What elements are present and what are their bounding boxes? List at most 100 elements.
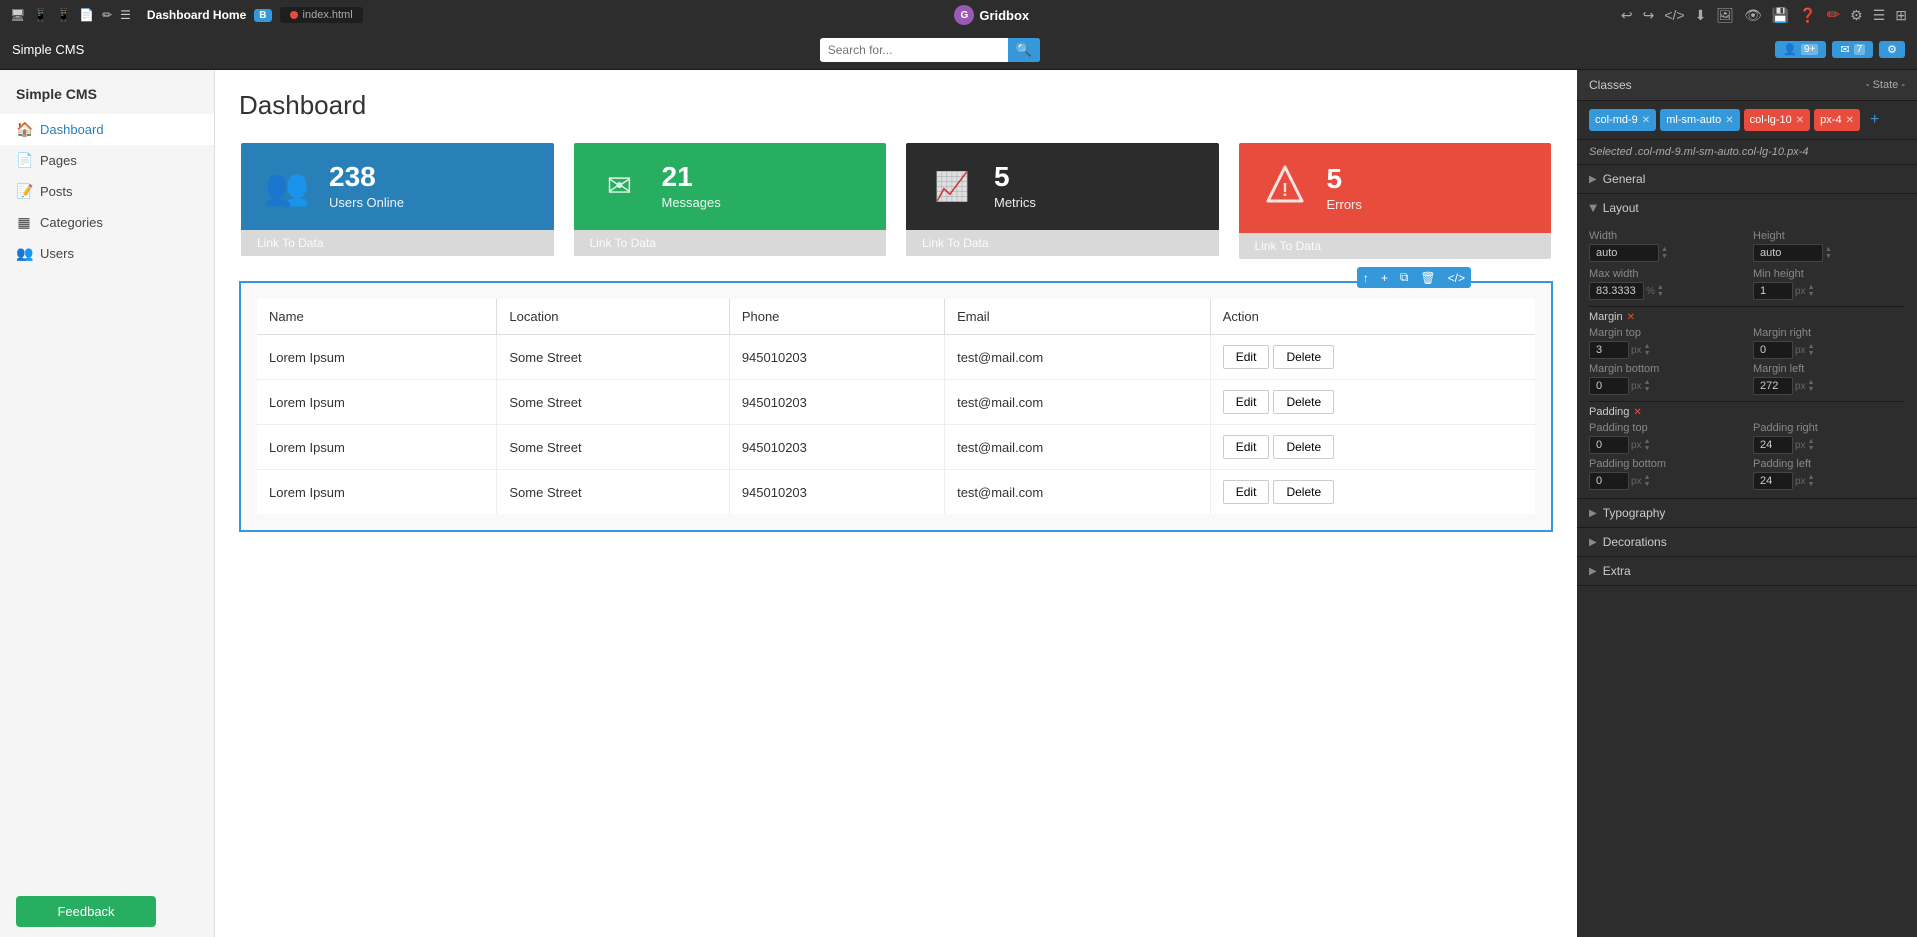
width-input[interactable]: [1589, 244, 1659, 262]
class-tag-remove[interactable]: ✕: [1846, 115, 1854, 126]
sidebar-item-users-label: Users: [40, 246, 74, 261]
padding-bottom-down[interactable]: ▼: [1644, 481, 1651, 488]
file-tab[interactable]: index.html: [280, 7, 363, 23]
padding-bottom-input[interactable]: [1589, 472, 1629, 490]
margin-left-input[interactable]: [1753, 377, 1793, 395]
toolbar-add-btn[interactable]: +: [1375, 267, 1394, 288]
minheight-down-icon[interactable]: ▼: [1808, 291, 1815, 298]
search-input[interactable]: [820, 39, 1008, 61]
class-tag-col-lg-10[interactable]: col-lg-10 ✕: [1744, 109, 1811, 131]
edit-button[interactable]: Edit: [1223, 345, 1270, 369]
sidebar-item-pages[interactable]: 📄 Pages: [0, 145, 214, 176]
margin-right-up[interactable]: ▲: [1808, 343, 1815, 350]
padding-left-input[interactable]: [1753, 472, 1793, 490]
padding-remove-icon[interactable]: ✕: [1633, 407, 1641, 418]
padding-top-down[interactable]: ▼: [1644, 445, 1651, 452]
sys-save-icon[interactable]: 💾: [1772, 7, 1789, 24]
sys-eye-icon[interactable]: 👁: [1744, 7, 1762, 24]
tab-label: index.html: [303, 9, 353, 21]
class-tag-remove[interactable]: ✕: [1796, 115, 1804, 126]
class-tag-ml-sm-auto[interactable]: ml-sm-auto ✕: [1660, 109, 1739, 131]
maxwidth-up-icon[interactable]: ▲: [1657, 284, 1664, 291]
padding-left-down[interactable]: ▼: [1808, 481, 1815, 488]
sys-fullscreen-icon[interactable]: ⊞: [1895, 7, 1907, 24]
margin-bottom-down[interactable]: ▼: [1644, 386, 1651, 393]
margin-right-down[interactable]: ▼: [1808, 350, 1815, 357]
toolbar-code-btn[interactable]: </>: [1442, 267, 1471, 288]
messages-badge[interactable]: ✉ 7: [1832, 41, 1873, 58]
width-up-icon[interactable]: ▲: [1661, 246, 1668, 253]
sys-download-icon[interactable]: ⬇: [1695, 7, 1707, 24]
delete-button[interactable]: Delete: [1273, 345, 1334, 369]
margin-top-down[interactable]: ▼: [1644, 350, 1651, 357]
maxwidth-down-icon[interactable]: ▼: [1657, 291, 1664, 298]
height-down-icon[interactable]: ▼: [1825, 253, 1832, 260]
height-up-icon[interactable]: ▲: [1825, 246, 1832, 253]
sys-undo-icon[interactable]: ↩: [1621, 7, 1633, 24]
delete-button[interactable]: Delete: [1273, 480, 1334, 504]
extra-section-header[interactable]: ▶ Extra: [1577, 557, 1917, 585]
errors-stat-footer[interactable]: Link To Data: [1239, 233, 1552, 259]
margin-bottom-up[interactable]: ▲: [1644, 379, 1651, 386]
sys-code-icon[interactable]: </>: [1664, 7, 1684, 23]
sys-gear-icon[interactable]: ⚙: [1850, 7, 1863, 24]
sidebar-item-dashboard[interactable]: 🏠 Dashboard: [0, 114, 214, 145]
users-stat-footer[interactable]: Link To Data: [241, 230, 554, 256]
layout-section-header[interactable]: ▶ Layout: [1577, 194, 1917, 222]
typography-section-header[interactable]: ▶ Typography: [1577, 499, 1917, 527]
metrics-stat-footer[interactable]: Link To Data: [906, 230, 1219, 256]
margin-left-down[interactable]: ▼: [1808, 386, 1815, 393]
general-section-header[interactable]: ▶ General: [1577, 165, 1917, 193]
margin-right-spinner: ▲ ▼: [1808, 343, 1815, 357]
padding-right-down[interactable]: ▼: [1808, 445, 1815, 452]
decorations-section-header[interactable]: ▶ Decorations: [1577, 528, 1917, 556]
sys-pen-icon[interactable]: ✏: [1827, 5, 1840, 25]
padding-right-input[interactable]: [1753, 436, 1793, 454]
edit-button[interactable]: Edit: [1223, 480, 1270, 504]
add-class-button[interactable]: +: [1864, 109, 1885, 131]
padding-top-input[interactable]: [1589, 436, 1629, 454]
padding-bottom-up[interactable]: ▲: [1644, 474, 1651, 481]
sidebar-item-posts[interactable]: 📝 Posts: [0, 176, 214, 207]
delete-button[interactable]: Delete: [1273, 435, 1334, 459]
padding-left-up[interactable]: ▲: [1808, 474, 1815, 481]
padding-right-up[interactable]: ▲: [1808, 438, 1815, 445]
delete-button[interactable]: Delete: [1273, 390, 1334, 414]
minheight-input[interactable]: [1753, 282, 1793, 300]
toolbar-up-btn[interactable]: ↑: [1357, 267, 1375, 288]
sys-help-icon[interactable]: ❓: [1799, 7, 1816, 24]
edit-button[interactable]: Edit: [1223, 435, 1270, 459]
messages-stat-label: Messages: [662, 195, 721, 210]
height-input[interactable]: [1753, 244, 1823, 262]
margin-remove-icon[interactable]: ✕: [1627, 312, 1635, 323]
feedback-button[interactable]: Feedback: [16, 896, 156, 927]
metrics-stat-number: 5: [994, 163, 1036, 191]
sys-image-icon[interactable]: 🖼: [1716, 7, 1734, 24]
search-button[interactable]: 🔍: [1008, 38, 1040, 62]
class-tag-remove[interactable]: ✕: [1725, 115, 1733, 126]
toolbar-trash-btn[interactable]: 🗑: [1414, 267, 1441, 288]
sidebar-item-categories[interactable]: ▦ Categories: [0, 207, 214, 238]
sidebar-item-users[interactable]: 👥 Users: [0, 238, 214, 269]
edit-button[interactable]: Edit: [1223, 390, 1270, 414]
cell-phone: 945010203: [729, 335, 944, 380]
messages-stat-footer[interactable]: Link To Data: [574, 230, 887, 256]
sys-menu-icon[interactable]: ☰: [1873, 7, 1886, 24]
margin-bottom-input[interactable]: [1589, 377, 1629, 395]
settings-badge[interactable]: ⚙: [1879, 41, 1905, 58]
class-tag-col-md-9[interactable]: col-md-9 ✕: [1589, 109, 1656, 131]
margin-top-up[interactable]: ▲: [1644, 343, 1651, 350]
padding-top-up[interactable]: ▲: [1644, 438, 1651, 445]
class-tag-px-4[interactable]: px-4 ✕: [1814, 109, 1860, 131]
sys-redo-icon[interactable]: ↪: [1643, 7, 1655, 24]
class-tag-remove[interactable]: ✕: [1642, 115, 1650, 126]
width-down-icon[interactable]: ▼: [1661, 253, 1668, 260]
sys-icon-edit: ✏: [102, 8, 112, 22]
margin-right-input[interactable]: [1753, 341, 1793, 359]
margin-left-up[interactable]: ▲: [1808, 379, 1815, 386]
minheight-up-icon[interactable]: ▲: [1808, 284, 1815, 291]
margin-top-input[interactable]: [1589, 341, 1629, 359]
maxwidth-input[interactable]: [1589, 282, 1644, 300]
toolbar-copy-btn[interactable]: ⧉: [1394, 267, 1415, 288]
users-badge[interactable]: 👤 9+: [1775, 41, 1826, 58]
